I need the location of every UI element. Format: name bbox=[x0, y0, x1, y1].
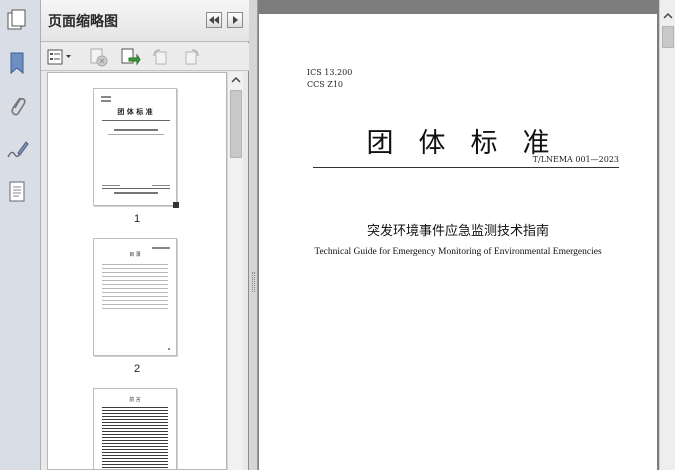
thumbnail-mini-title: 团 体 标 准 bbox=[117, 108, 153, 116]
document-view: ICS 13.200 CCS Z10 团体标准 T/LNEMA 001—2023… bbox=[259, 0, 659, 470]
bookmarks-button[interactable] bbox=[4, 49, 30, 77]
pdf-viewer-window: 页面缩略图 团 体 标 准 1 目 录 2 前 言 ICS 13.200 CCS… bbox=[0, 0, 675, 470]
panel-header: 页面缩略图 bbox=[41, 0, 249, 42]
document-layers-icon bbox=[9, 181, 25, 202]
document-scrollbar[interactable] bbox=[659, 0, 675, 470]
splitter-grip[interactable] bbox=[252, 272, 255, 292]
rotate-counterclockwise-button[interactable] bbox=[149, 46, 171, 68]
triangle-right-icon bbox=[233, 16, 238, 24]
collapse-left-button[interactable] bbox=[206, 12, 222, 28]
insert-page-arrow-icon bbox=[121, 48, 141, 66]
thumbnail-page-number: 1 bbox=[133, 213, 141, 225]
double-chevron-left-icon bbox=[209, 16, 219, 24]
paperclip-icon bbox=[11, 97, 26, 116]
signatures-button[interactable] bbox=[4, 136, 30, 164]
thumbnail-options-menu[interactable] bbox=[47, 46, 73, 68]
document-scrollbar-thumb[interactable] bbox=[662, 26, 674, 48]
thumbnail-scrollbar[interactable] bbox=[227, 72, 243, 470]
pages-panel-button[interactable] bbox=[4, 6, 30, 34]
thumbnail-mini-title: 前 言 bbox=[129, 397, 141, 403]
delete-pages-button[interactable] bbox=[87, 46, 109, 68]
delete-page-icon bbox=[90, 48, 108, 67]
thumbnail-toolbar bbox=[41, 43, 249, 71]
pages-icon bbox=[7, 9, 26, 30]
rotate-left-icon bbox=[153, 49, 167, 65]
thumbnail-page-2[interactable]: 目 录 bbox=[93, 238, 177, 356]
thumbnail-page-number: 2 bbox=[133, 363, 141, 375]
thumbnail-list: 团 体 标 准 1 目 录 2 前 言 bbox=[47, 72, 227, 470]
thumbnail-scrollbar-thumb[interactable] bbox=[230, 90, 242, 158]
layers-button[interactable] bbox=[4, 178, 30, 206]
scroll-up-arrow-icon[interactable] bbox=[663, 11, 673, 21]
rotate-right-icon bbox=[185, 49, 199, 65]
document-title-chinese: 突发环境事件应急监测技术指南 bbox=[366, 224, 549, 239]
scroll-up-arrow-icon[interactable] bbox=[231, 75, 241, 85]
ccs-code: CCS Z10 bbox=[307, 80, 344, 89]
current-page-marker bbox=[173, 202, 179, 208]
page-thumbnails-panel: 页面缩略图 团 体 标 准 1 目 录 2 前 言 bbox=[41, 0, 249, 470]
insert-pages-button[interactable] bbox=[119, 46, 141, 68]
panel-title: 页面缩略图 bbox=[48, 14, 118, 30]
thumbnail-page-1[interactable]: 团 体 标 准 bbox=[93, 88, 179, 208]
bookmark-icon bbox=[10, 52, 24, 75]
panel-options-button[interactable] bbox=[227, 12, 243, 28]
options-list-icon bbox=[47, 49, 71, 65]
standard-number: T/LNEMA 001—2023 bbox=[532, 155, 619, 164]
panel-splitter[interactable] bbox=[249, 0, 258, 470]
classification-codes: ICS 13.200 CCS Z10 bbox=[307, 67, 352, 91]
header-rule bbox=[313, 167, 619, 168]
navigation-pane bbox=[0, 0, 41, 470]
thumbnail-mini-title: 目 录 bbox=[129, 252, 141, 258]
thumbnail-page-3[interactable]: 前 言 bbox=[93, 388, 177, 469]
rotate-clockwise-button[interactable] bbox=[181, 46, 203, 68]
attachments-button[interactable] bbox=[4, 92, 30, 120]
document-page: ICS 13.200 CCS Z10 团体标准 T/LNEMA 001—2023… bbox=[259, 14, 657, 470]
ics-code: ICS 13.200 bbox=[307, 68, 353, 77]
document-title-english: Technical Guide for Emergency Monitoring… bbox=[314, 247, 602, 257]
signature-pen-icon bbox=[7, 141, 29, 158]
